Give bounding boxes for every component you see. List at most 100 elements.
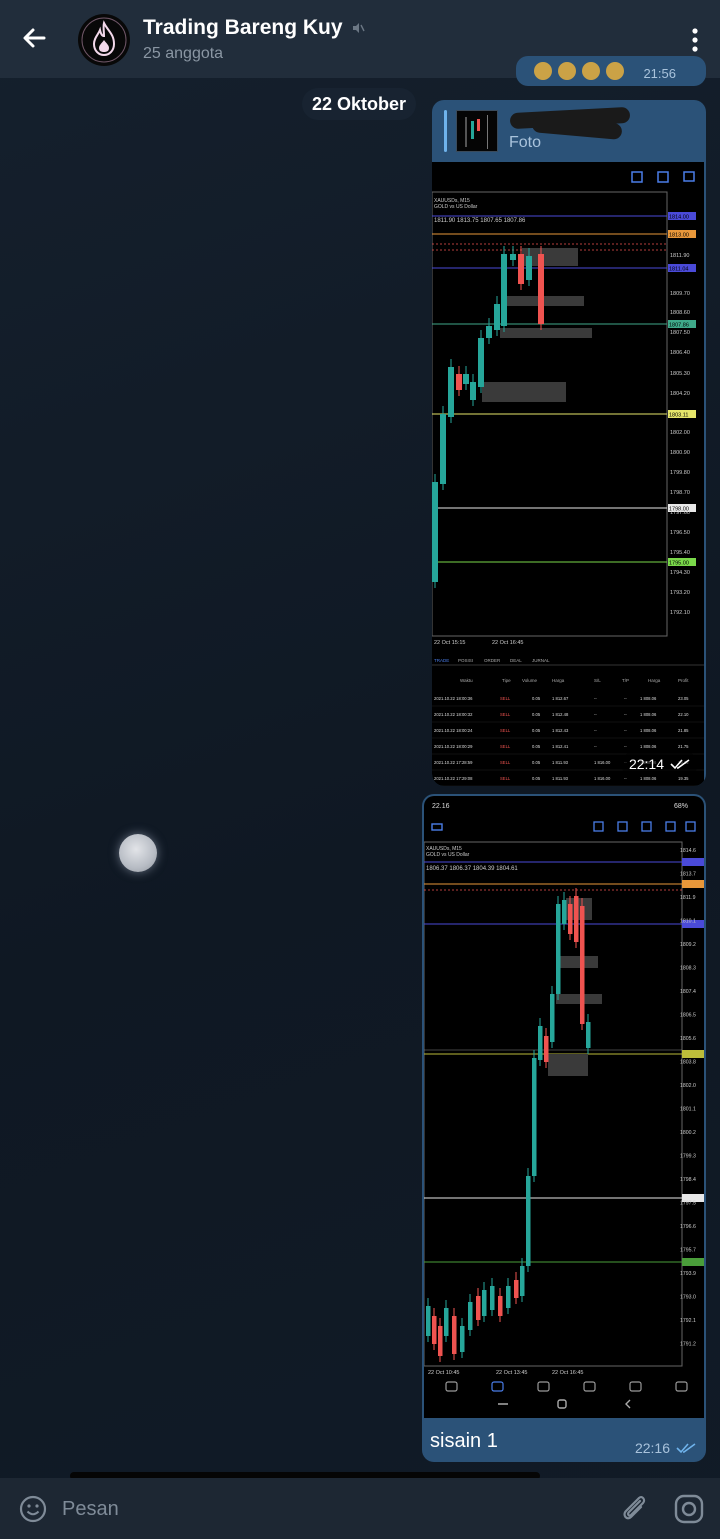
price-label: 1808.3 [680, 966, 696, 972]
price-label: 1813.7 [680, 872, 696, 878]
candle-body [518, 254, 524, 284]
candle-body [490, 1286, 495, 1310]
menu-icon [431, 823, 443, 831]
bottom-nav-icon [445, 1381, 458, 1392]
price-label: 1811.9 [680, 895, 696, 901]
candle-body [544, 1036, 549, 1062]
table-cell: 2021.10.22 18:00:24 [434, 728, 473, 733]
table-cell: 1 811.93 [552, 760, 569, 765]
emoji-row [534, 62, 624, 80]
chart-screenshot-2[interactable]: 22.16 68% XAUUSDs, M15 GOLD vs US Dollar 180… [424, 796, 704, 1418]
table-cell: 1 808.06 [640, 712, 657, 717]
price-label: 1803.8 [680, 1060, 696, 1066]
price-label: 1809.70 [670, 291, 690, 297]
back-arrow-icon[interactable] [18, 22, 50, 54]
price-label: 1806.40 [670, 350, 690, 356]
more-vertical-icon[interactable] [690, 26, 700, 54]
price-label: 1798.70 [670, 490, 690, 496]
message-input[interactable]: Pesan [62, 1498, 119, 1521]
table-cell: 1 816.00 [594, 776, 611, 781]
toolbar-icon [685, 821, 696, 832]
table-cell: -- [594, 712, 597, 717]
chat-title-block[interactable]: Trading Bareng Kuy 25 anggota [143, 16, 365, 63]
price-label: 1800.2 [680, 1130, 696, 1136]
candle-body [452, 1316, 457, 1354]
previous-message-bubble[interactable]: 21:56 [516, 56, 706, 86]
price-label: 1792.1 [680, 1318, 696, 1324]
time-label: 22 Oct 10:45 [428, 1370, 460, 1376]
candle-body [506, 1286, 511, 1308]
bottom-nav-icon [583, 1381, 596, 1392]
table-header: Tipe [502, 678, 511, 683]
table-cell: 22.10 [678, 712, 689, 717]
message-time: 22:14 [628, 756, 664, 772]
price-label: 1793.20 [670, 590, 690, 596]
android-home-icon [557, 1399, 567, 1409]
group-avatar[interactable] [78, 14, 130, 66]
price-label: 1807.4 [680, 989, 696, 995]
price-label: 1796.50 [670, 530, 690, 536]
level-tag-text: 1811.04 [669, 267, 688, 273]
price-label: 1794.30 [670, 570, 690, 576]
candle-body [574, 896, 579, 942]
candle-body [426, 1306, 431, 1336]
chart-ohlc: 1811.90 1813.75 1807.65 1807.86 [434, 218, 526, 224]
price-label: 1797.60 [670, 510, 690, 516]
candle-body [482, 1290, 487, 1316]
photo-message-reply[interactable]: Foto XAUUSDs, M15 GOLD vs US Dollar 1811.9… [432, 100, 706, 786]
message-caption: sisain 1 [430, 1430, 498, 1452]
price-label: 1801.1 [680, 1107, 696, 1113]
emoji-icon[interactable] [18, 1494, 48, 1524]
mute-icon [352, 23, 365, 33]
table-header: T/P [622, 678, 629, 683]
table-cell: SELL [500, 760, 511, 765]
paperclip-icon[interactable] [618, 1492, 650, 1524]
table-cell: 1 812.43 [552, 728, 569, 733]
message-time-row: 22:16 [635, 1440, 696, 1456]
table-header: Harga [648, 678, 661, 683]
bottom-nav-icon [537, 1381, 550, 1392]
message-time: 21:56 [643, 66, 676, 81]
reply-thumbnail[interactable] [456, 110, 498, 152]
candle-body [538, 1026, 543, 1060]
table-cell: 0.05 [532, 728, 541, 733]
candle-body [568, 904, 573, 934]
price-label: 1795.40 [670, 550, 690, 556]
chart-description: GOLD vs US Dollar [426, 852, 470, 858]
candle-body [440, 414, 446, 484]
photo-message-caption[interactable]: 22.16 68% XAUUSDs, M15 GOLD vs US Dollar 180… [422, 794, 706, 1462]
date-separator: 22 Oktober [302, 88, 417, 120]
table-cell: 1 816.00 [594, 760, 611, 765]
price-label: 1805.30 [670, 371, 690, 377]
table-cell: 1 808.06 [640, 728, 657, 733]
table-cell: 2021.10.22 18:00:29 [434, 744, 473, 749]
table-cell: 2021.10.22 18:00:32 [434, 712, 473, 717]
price-label: 1793.9 [680, 1271, 696, 1277]
table-header: Harga [552, 678, 565, 683]
table-cell: 1 808.06 [640, 776, 657, 781]
floating-assistive-button[interactable] [119, 834, 157, 872]
candle-body [476, 1296, 481, 1320]
price-label: 1799.3 [680, 1154, 696, 1160]
candle-body [478, 338, 484, 387]
table-cell: 1 812.67 [552, 696, 569, 701]
member-count: 25 anggota [143, 45, 224, 62]
trade-tab: ORDER [484, 658, 501, 663]
bottom-nav-icon [675, 1381, 688, 1392]
price-label: 1811.90 [670, 253, 689, 259]
camera-icon[interactable] [672, 1492, 706, 1526]
table-cell: -- [594, 696, 597, 701]
table-cell: 23.05 [678, 696, 689, 701]
candle-body [586, 1022, 591, 1048]
candle-body [550, 994, 555, 1042]
chart-screenshot-1[interactable]: XAUUSDs, M15 GOLD vs US Dollar 1811.90 181… [432, 162, 704, 786]
table-cell: -- [594, 728, 597, 733]
table-cell: 0.05 [532, 744, 541, 749]
price-label: 1795.7 [680, 1248, 696, 1254]
trading-chart-1: XAUUSDs, M15GOLD vs US Dollar1811.90 181… [432, 171, 704, 786]
trading-chart-2: 22.16 68%XAUUSDs, M15GOLD vs US Dollar180… [424, 803, 704, 1409]
table-cell: 21.85 [678, 728, 689, 733]
time-label: 22 Oct 15:15 [434, 640, 466, 646]
android-back-icon [625, 1399, 631, 1409]
price-label: 1797.5 [680, 1201, 696, 1207]
